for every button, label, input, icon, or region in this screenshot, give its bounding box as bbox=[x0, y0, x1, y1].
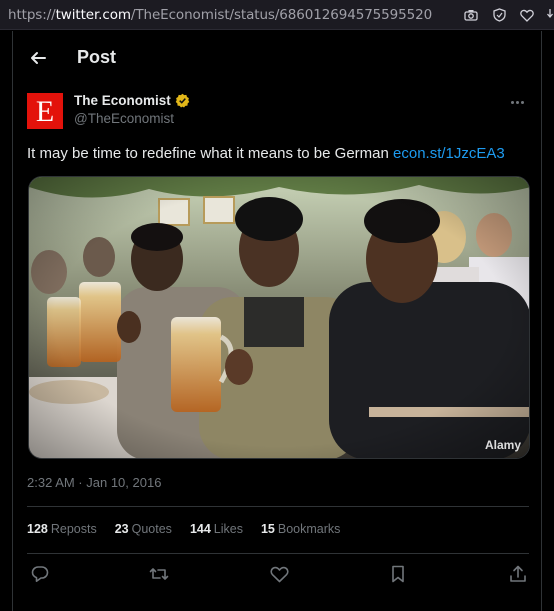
repost-icon[interactable] bbox=[148, 563, 170, 585]
author-name-row[interactable]: The Economist bbox=[74, 93, 190, 108]
like-icon[interactable] bbox=[268, 563, 290, 585]
heart-outline-icon[interactable] bbox=[518, 6, 536, 24]
post-header: Post bbox=[13, 31, 541, 85]
share-icon[interactable] bbox=[507, 563, 529, 585]
bookmark-icon[interactable] bbox=[387, 563, 409, 585]
author-name: The Economist bbox=[74, 93, 171, 108]
engagement-stats: 128 Reposts 23 Quotes 144 Likes 15 Bookmarks bbox=[27, 522, 340, 536]
post-timestamp[interactable]: 2:32 AM · Jan 10, 2016 bbox=[27, 475, 161, 490]
stat-reposts[interactable]: 128 Reposts bbox=[27, 522, 97, 536]
url-host: twitter.com bbox=[55, 7, 131, 23]
camera-icon[interactable] bbox=[462, 6, 480, 24]
url-field[interactable]: https://twitter.com/TheEconomist/status/… bbox=[8, 7, 432, 23]
stat-label: Likes bbox=[213, 522, 243, 536]
stat-label: Quotes bbox=[131, 522, 172, 536]
image-watermark: Alamy bbox=[484, 438, 521, 452]
reply-icon[interactable] bbox=[29, 563, 51, 585]
post-text: It may be time to redefine what it means… bbox=[27, 145, 505, 162]
stat-quotes[interactable]: 23 Quotes bbox=[115, 522, 172, 536]
stat-bookmarks[interactable]: 15 Bookmarks bbox=[261, 522, 340, 536]
action-bar bbox=[27, 563, 529, 589]
shield-icon[interactable] bbox=[490, 6, 508, 24]
post-image[interactable]: Alamy bbox=[28, 176, 530, 459]
page-title: Post bbox=[77, 47, 117, 67]
divider bbox=[27, 506, 529, 507]
stat-count: 144 bbox=[189, 522, 211, 536]
stat-label: Reposts bbox=[50, 522, 97, 536]
author-handle[interactable]: @TheEconomist bbox=[74, 111, 174, 126]
stat-likes[interactable]: 144 Likes bbox=[190, 522, 243, 536]
divider bbox=[27, 553, 529, 554]
browser-url-bar: https://twitter.com/TheEconomist/status/… bbox=[0, 0, 554, 30]
url-scheme: https:// bbox=[8, 7, 56, 23]
avatar[interactable]: E bbox=[27, 93, 63, 129]
url-path: /TheEconomist/status/686012694575595520 bbox=[130, 7, 433, 23]
stat-count: 23 bbox=[114, 522, 129, 536]
overflow-icon[interactable] bbox=[546, 6, 554, 24]
stat-label: Bookmarks bbox=[277, 522, 341, 536]
stat-count: 15 bbox=[260, 522, 275, 536]
more-options-icon[interactable] bbox=[511, 95, 529, 109]
post-body: It may be time to redefine what it means… bbox=[27, 145, 394, 162]
verified-badge-icon bbox=[175, 93, 190, 108]
back-arrow-icon[interactable] bbox=[27, 47, 49, 69]
stat-count: 128 bbox=[27, 522, 48, 536]
avatar-letter: E bbox=[35, 95, 55, 128]
post-link[interactable]: econ.st/1JzcEA3 bbox=[393, 145, 505, 162]
post-column: Post E The Economist @TheEconomist It ma… bbox=[12, 31, 542, 611]
